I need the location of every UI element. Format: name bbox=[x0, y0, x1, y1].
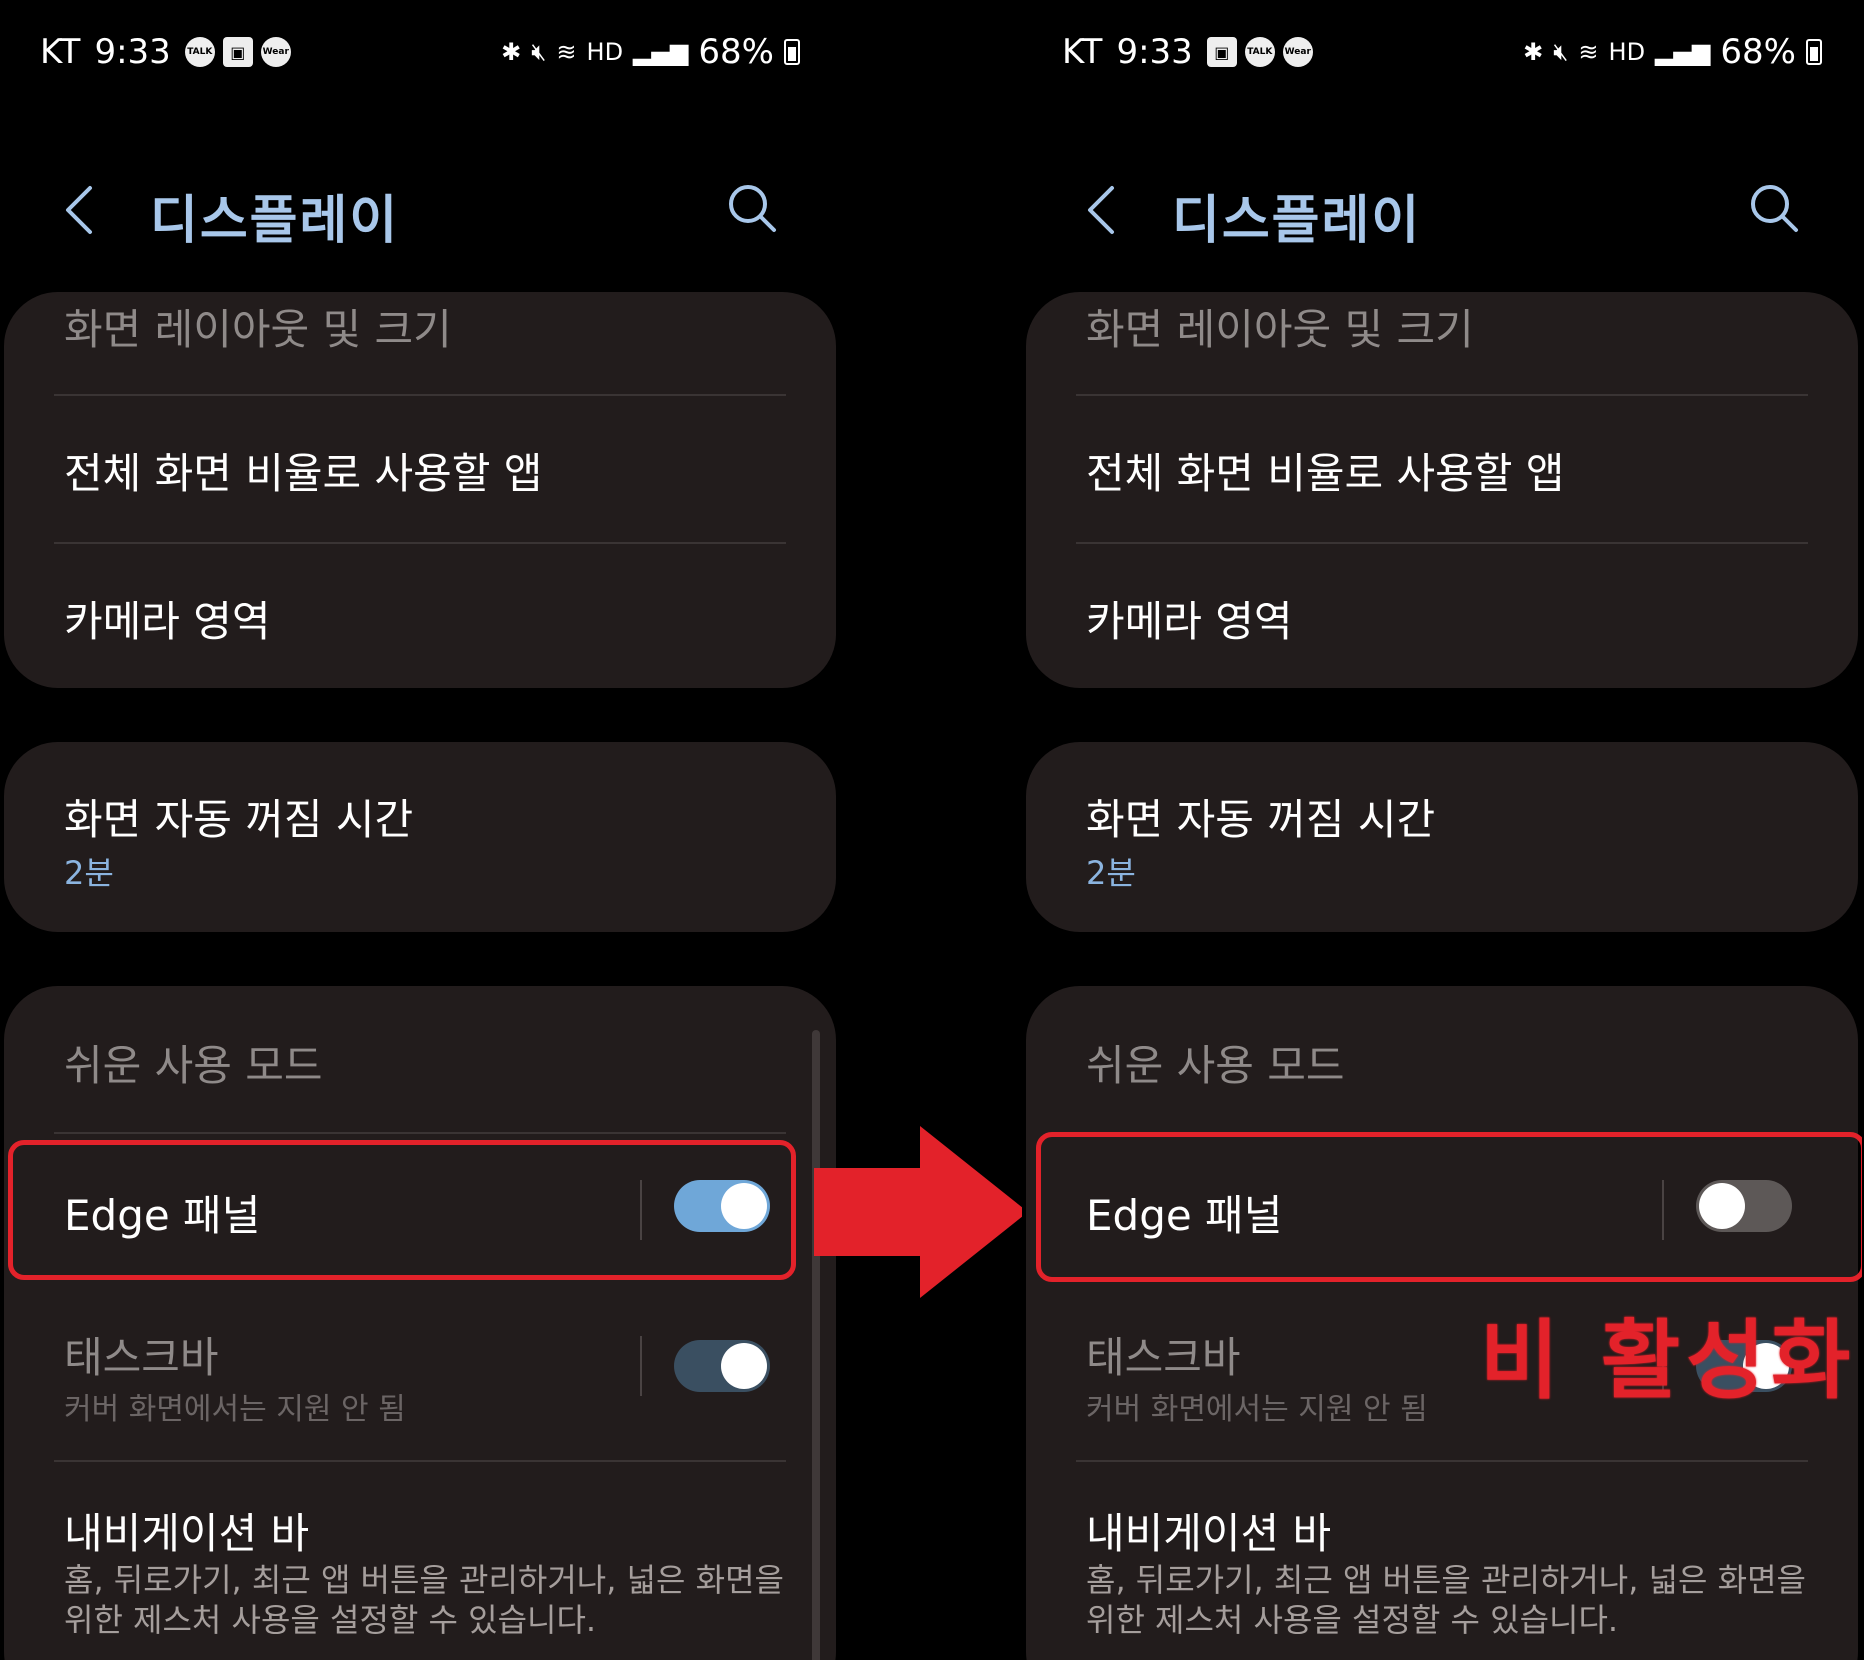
signal-icon: ▂▄▆ bbox=[633, 38, 689, 66]
page-title: 디스플레이 bbox=[150, 191, 400, 251]
screen-timeout-value: 2분 bbox=[1086, 854, 1136, 892]
layout-section-header: 화면 레이아웃 및 크기 bbox=[64, 305, 452, 354]
easy-mode-card: 쉬운 사용 모드 Edge 패널 태스크바 커버 화면에서는 지원 안 됨 내비… bbox=[4, 986, 836, 1660]
battery-icon bbox=[784, 39, 800, 65]
navigation-bar-label[interactable]: 내비게이션 바 bbox=[1086, 1500, 1810, 1561]
screen-timeout-label: 화면 자동 꺼짐 시간 bbox=[1086, 795, 1436, 844]
divider bbox=[1076, 394, 1808, 396]
screen-timeout-label: 화면 자동 꺼짐 시간 bbox=[64, 795, 414, 844]
status-bar: KT 9:33 ▣ TALK Wear ✱ 🔇︎ ≋ HD ▂▄▆ 68% bbox=[1062, 28, 1822, 76]
fullscreen-apps-item[interactable]: 전체 화면 비율로 사용할 앱 bbox=[1086, 440, 1810, 501]
divider bbox=[54, 1132, 786, 1134]
easy-mode-item[interactable]: 쉬운 사용 모드 bbox=[64, 1032, 788, 1093]
talk-icon: TALK bbox=[184, 37, 215, 67]
divider bbox=[54, 1460, 786, 1462]
layout-card: 화면 레이아웃 및 크기 전체 화면 비율로 사용할 앱 카메라 영역 bbox=[1026, 292, 1858, 688]
easy-mode-item[interactable]: 쉬운 사용 모드 bbox=[1086, 1032, 1810, 1093]
deactivated-annotation: 비 활성화 bbox=[1480, 1311, 1857, 1411]
search-icon[interactable] bbox=[1746, 180, 1802, 236]
divider bbox=[1076, 542, 1808, 544]
app-bar: 디스플레이 bbox=[0, 170, 840, 251]
layout-section-header: 화면 레이아웃 및 크기 bbox=[1086, 305, 1474, 354]
gallery-icon: ▣ bbox=[222, 37, 253, 67]
timeout-card[interactable]: 화면 자동 꺼짐 시간 2분 bbox=[4, 742, 836, 932]
highlight-box bbox=[8, 1140, 796, 1280]
camera-area-item[interactable]: 카메라 영역 bbox=[64, 588, 788, 649]
search-icon[interactable] bbox=[724, 180, 780, 236]
description-line: 홈, 뒤로가기, 최근 앱 버튼을 관리하거나, 넓은 화면을 bbox=[1086, 1561, 1806, 1599]
status-bar: KT 9:33 TALK ▣ Wear ✱ 🔇︎ ≋ HD ▂▄▆ 68% bbox=[40, 28, 800, 76]
layout-card: 화면 레이아웃 및 크기 전체 화면 비율로 사용할 앱 카메라 영역 bbox=[4, 292, 836, 688]
divider bbox=[54, 542, 786, 544]
description-line: 홈, 뒤로가기, 최근 앱 버튼을 관리하거나, 넓은 화면을 bbox=[64, 1561, 784, 1599]
back-arrow-icon[interactable] bbox=[60, 182, 100, 238]
timeout-card[interactable]: 화면 자동 꺼짐 시간 2분 bbox=[1026, 742, 1858, 932]
app-bar: 디스플레이 bbox=[1022, 170, 1862, 251]
bluetooth-icon: ✱ bbox=[1523, 38, 1544, 66]
clock: 9:33 bbox=[1116, 32, 1193, 72]
toggle-knob bbox=[721, 1343, 767, 1389]
navigation-bar-description: 홈, 뒤로가기, 최근 앱 버튼을 관리하거나, 넓은 화면을 위한 제스처 사… bbox=[1086, 1560, 1810, 1640]
carrier-label: KT bbox=[40, 32, 81, 72]
wifi-icon: ≋ bbox=[556, 38, 577, 66]
description-line: 위한 제스처 사용을 설정할 수 있습니다. bbox=[64, 1601, 597, 1639]
gallery-icon: ▣ bbox=[1206, 37, 1237, 67]
clock: 9:33 bbox=[94, 32, 171, 72]
hd-icon: HD bbox=[1608, 38, 1646, 66]
camera-area-item[interactable]: 카메라 영역 bbox=[1086, 588, 1810, 649]
taskbar-sublabel: 커버 화면에서는 지원 안 됨 bbox=[64, 1392, 406, 1427]
back-arrow-icon[interactable] bbox=[1082, 182, 1122, 238]
battery-percent: 68% bbox=[698, 32, 774, 72]
separator bbox=[640, 1336, 642, 1396]
wear-icon: Wear bbox=[260, 37, 291, 67]
screen-timeout-value: 2분 bbox=[64, 854, 114, 892]
divider bbox=[54, 394, 786, 396]
signal-icon: ▂▄▆ bbox=[1655, 38, 1711, 66]
hd-icon: HD bbox=[586, 38, 624, 66]
arrow-right-icon bbox=[814, 1126, 1028, 1298]
carrier-label: KT bbox=[1062, 32, 1103, 72]
talk-icon: TALK bbox=[1244, 37, 1275, 67]
wear-icon: Wear bbox=[1282, 37, 1313, 67]
wifi-icon: ≋ bbox=[1578, 38, 1599, 66]
highlight-box bbox=[1036, 1132, 1862, 1282]
description-line: 위한 제스처 사용을 설정할 수 있습니다. bbox=[1086, 1601, 1619, 1639]
mute-icon: 🔇︎ bbox=[1553, 38, 1569, 66]
mute-icon: 🔇︎ bbox=[531, 38, 547, 66]
bluetooth-icon: ✱ bbox=[501, 38, 522, 66]
navigation-bar-description: 홈, 뒤로가기, 최근 앱 버튼을 관리하거나, 넓은 화면을 위한 제스처 사… bbox=[64, 1560, 788, 1640]
battery-icon bbox=[1806, 39, 1822, 65]
divider bbox=[1076, 1460, 1808, 1462]
navigation-bar-label[interactable]: 내비게이션 바 bbox=[64, 1500, 788, 1561]
page-title: 디스플레이 bbox=[1172, 191, 1422, 251]
fullscreen-apps-item[interactable]: 전체 화면 비율로 사용할 앱 bbox=[64, 440, 788, 501]
phone-screen-before: KT 9:33 TALK ▣ Wear ✱ 🔇︎ ≋ HD ▂▄▆ 68% 디스… bbox=[0, 0, 840, 1660]
battery-percent: 68% bbox=[1720, 32, 1796, 72]
taskbar-toggle bbox=[674, 1340, 770, 1392]
